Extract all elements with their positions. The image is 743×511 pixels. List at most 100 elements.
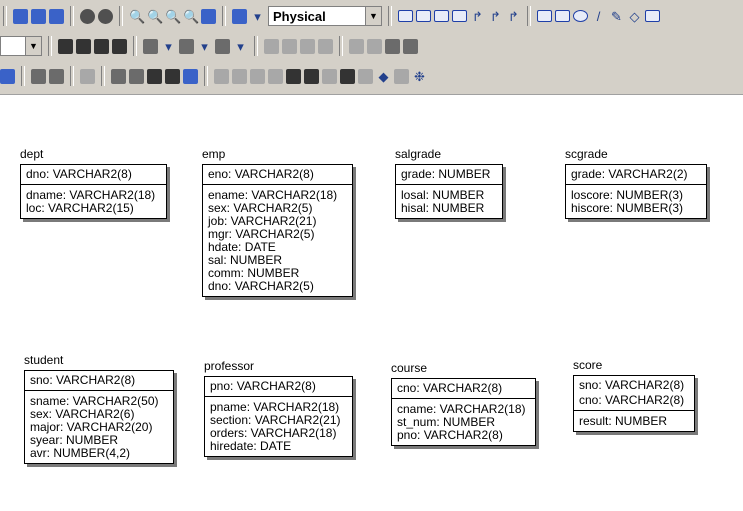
- notation-select[interactable]: Physical ▼: [268, 6, 382, 26]
- dropdown-arrow-icon[interactable]: ▾: [233, 39, 248, 54]
- display-level-icon[interactable]: [232, 8, 247, 24]
- entity-box[interactable]: dno: VARCHAR2(8) dname: VARCHAR2(18) loc…: [20, 164, 167, 219]
- bold-icon[interactable]: [58, 38, 73, 54]
- font-size-select[interactable]: ▼: [0, 36, 42, 56]
- paste-icon[interactable]: [49, 8, 64, 24]
- entity-dept[interactable]: dept dno: VARCHAR2(8) dname: VARCHAR2(18…: [20, 147, 167, 219]
- database-connect-icon[interactable]: [147, 68, 162, 84]
- entity-key-section: sno: VARCHAR2(8): [25, 371, 173, 391]
- dropdown-arrow-icon[interactable]: ▾: [197, 39, 212, 54]
- rounded-rectangle-tool-icon[interactable]: [555, 10, 570, 22]
- entity-box[interactable]: eno: VARCHAR2(8) ename: VARCHAR2(18) sex…: [202, 164, 353, 297]
- entity-score[interactable]: score sno: VARCHAR2(8) cno: VARCHAR2(8) …: [573, 358, 695, 432]
- entity-box[interactable]: grade: NUMBER losal: NUMBER hisal: NUMBE…: [395, 164, 503, 219]
- entity-box[interactable]: sno: VARCHAR2(8) sname: VARCHAR2(50) sex…: [24, 370, 174, 464]
- text-tool-icon[interactable]: [645, 10, 660, 22]
- many-to-many-relationship-icon[interactable]: ↱: [506, 9, 521, 24]
- record-icon[interactable]: [80, 8, 95, 24]
- view-tool-icon[interactable]: [434, 10, 449, 22]
- polygon-tool-icon[interactable]: ◇: [627, 9, 642, 24]
- key-attribute: pno: VARCHAR2(8): [210, 379, 316, 393]
- rectangle-tool-icon[interactable]: [537, 10, 552, 22]
- entity-name: dept: [20, 147, 44, 161]
- entity-professor[interactable]: professor pno: VARCHAR2(8) pname: VARCHA…: [204, 359, 353, 457]
- entity-key-section: dno: VARCHAR2(8): [21, 165, 166, 185]
- fill-color-icon[interactable]: [179, 38, 194, 54]
- entity-attribute-section: loscore: NUMBER(3) hiscore: NUMBER(3): [566, 185, 706, 218]
- model-explorer-icon[interactable]: [0, 68, 15, 84]
- layout-incremental-icon[interactable]: [322, 68, 337, 84]
- align-center-icon[interactable]: [282, 38, 297, 54]
- subtype-tool-icon[interactable]: [452, 10, 467, 22]
- font-color-icon[interactable]: [143, 38, 158, 54]
- space-horizontal-icon[interactable]: [349, 38, 364, 54]
- align-middle-icon[interactable]: [300, 38, 315, 54]
- layout-icon[interactable]: [214, 68, 229, 84]
- layout-orthogonal-icon[interactable]: [268, 68, 283, 84]
- entity-salgrade[interactable]: salgrade grade: NUMBER losal: NUMBER his…: [395, 147, 503, 219]
- entity-key-section: sno: VARCHAR2(8) cno: VARCHAR2(8): [574, 376, 694, 411]
- stop-icon[interactable]: [98, 8, 113, 24]
- toolbar-row-1: 🔍 🔍 🔍 🔍 ▾ Physical ▼ ↱ ↱ ↱ / ✎ ◇: [0, 2, 743, 30]
- layout-symmetric-icon[interactable]: [304, 68, 319, 84]
- attribute: pno: VARCHAR2(8): [397, 428, 503, 442]
- non-identifying-relationship-icon[interactable]: ↱: [488, 9, 503, 24]
- copy-icon[interactable]: [31, 8, 46, 24]
- chevron-down-icon[interactable]: ▼: [365, 7, 381, 25]
- strikeout-icon[interactable]: [112, 38, 127, 54]
- layout-tree-icon[interactable]: [286, 68, 301, 84]
- layout-options-icon[interactable]: [358, 68, 373, 84]
- pencil-tool-icon[interactable]: ✎: [609, 9, 624, 24]
- entity-tool-icon[interactable]: [416, 10, 431, 22]
- zoom-page-icon[interactable]: [201, 8, 216, 24]
- dropdown-arrow-icon[interactable]: ▾: [250, 9, 265, 24]
- entity-scgrade[interactable]: scgrade grade: VARCHAR2(2) loscore: NUMB…: [565, 147, 707, 219]
- layout-island-icon[interactable]: [340, 68, 355, 84]
- complete-compare-icon[interactable]: [31, 68, 46, 84]
- italic-icon[interactable]: [76, 38, 91, 54]
- chevron-down-icon[interactable]: ▼: [25, 37, 41, 55]
- properties-icon[interactable]: [13, 8, 28, 24]
- wand-icon[interactable]: ❉: [412, 69, 427, 84]
- pointer-tool-icon[interactable]: [398, 10, 413, 22]
- reverse-engineer-icon[interactable]: [49, 68, 64, 84]
- toolbar-separator: [21, 66, 25, 86]
- entity-course[interactable]: course cno: VARCHAR2(8) cname: VARCHAR2(…: [391, 361, 536, 446]
- zoom-icon[interactable]: 🔍: [129, 9, 145, 24]
- dropdown-arrow-icon[interactable]: ▾: [161, 39, 176, 54]
- identifying-relationship-icon[interactable]: ↱: [470, 9, 485, 24]
- diamond-icon[interactable]: ◆: [376, 69, 391, 84]
- sql-report-icon[interactable]: [183, 68, 198, 84]
- entity-attribute-section: sname: VARCHAR2(50) sex: VARCHAR2(6) maj…: [25, 391, 173, 463]
- entity-name: emp: [202, 147, 226, 161]
- forward-engineer-icon[interactable]: [111, 68, 126, 84]
- entity-box[interactable]: cno: VARCHAR2(8) cname: VARCHAR2(18) st_…: [391, 378, 536, 446]
- ellipse-tool-icon[interactable]: [573, 10, 588, 22]
- entity-box[interactable]: pno: VARCHAR2(8) pname: VARCHAR2(18) sec…: [204, 376, 353, 457]
- space-vertical-icon[interactable]: [367, 38, 382, 54]
- report-icon[interactable]: [394, 68, 409, 84]
- toolbar-separator: [3, 6, 7, 26]
- zoom-fit-icon[interactable]: 🔍: [183, 9, 199, 24]
- key-attribute: grade: NUMBER: [401, 167, 491, 181]
- attribute: hiscore: NUMBER(3): [571, 201, 684, 215]
- underline-icon[interactable]: [94, 38, 109, 54]
- layout-circular-icon[interactable]: [250, 68, 265, 84]
- database-disconnect-icon[interactable]: [165, 68, 180, 84]
- align-icon[interactable]: [264, 38, 279, 54]
- entity-box[interactable]: grade: VARCHAR2(2) loscore: NUMBER(3) hi…: [565, 164, 707, 219]
- diagram-canvas[interactable]: dept dno: VARCHAR2(8) dname: VARCHAR2(18…: [0, 95, 743, 511]
- entity-student[interactable]: student sno: VARCHAR2(8) sname: VARCHAR2…: [24, 353, 174, 464]
- same-size-icon[interactable]: [385, 38, 400, 54]
- layout-hierarchical-icon[interactable]: [232, 68, 247, 84]
- schema-generation-icon[interactable]: [129, 68, 144, 84]
- line-color-icon[interactable]: [215, 38, 230, 54]
- same-width-icon[interactable]: [403, 38, 418, 54]
- line-tool-icon[interactable]: /: [591, 9, 606, 24]
- distribute-icon[interactable]: [318, 38, 333, 54]
- transform-icon[interactable]: [80, 68, 95, 84]
- entity-box[interactable]: sno: VARCHAR2(8) cno: VARCHAR2(8) result…: [573, 375, 695, 432]
- zoom-in-icon[interactable]: 🔍: [147, 9, 163, 24]
- zoom-out-icon[interactable]: 🔍: [165, 9, 181, 24]
- entity-emp[interactable]: emp eno: VARCHAR2(8) ename: VARCHAR2(18)…: [202, 147, 353, 297]
